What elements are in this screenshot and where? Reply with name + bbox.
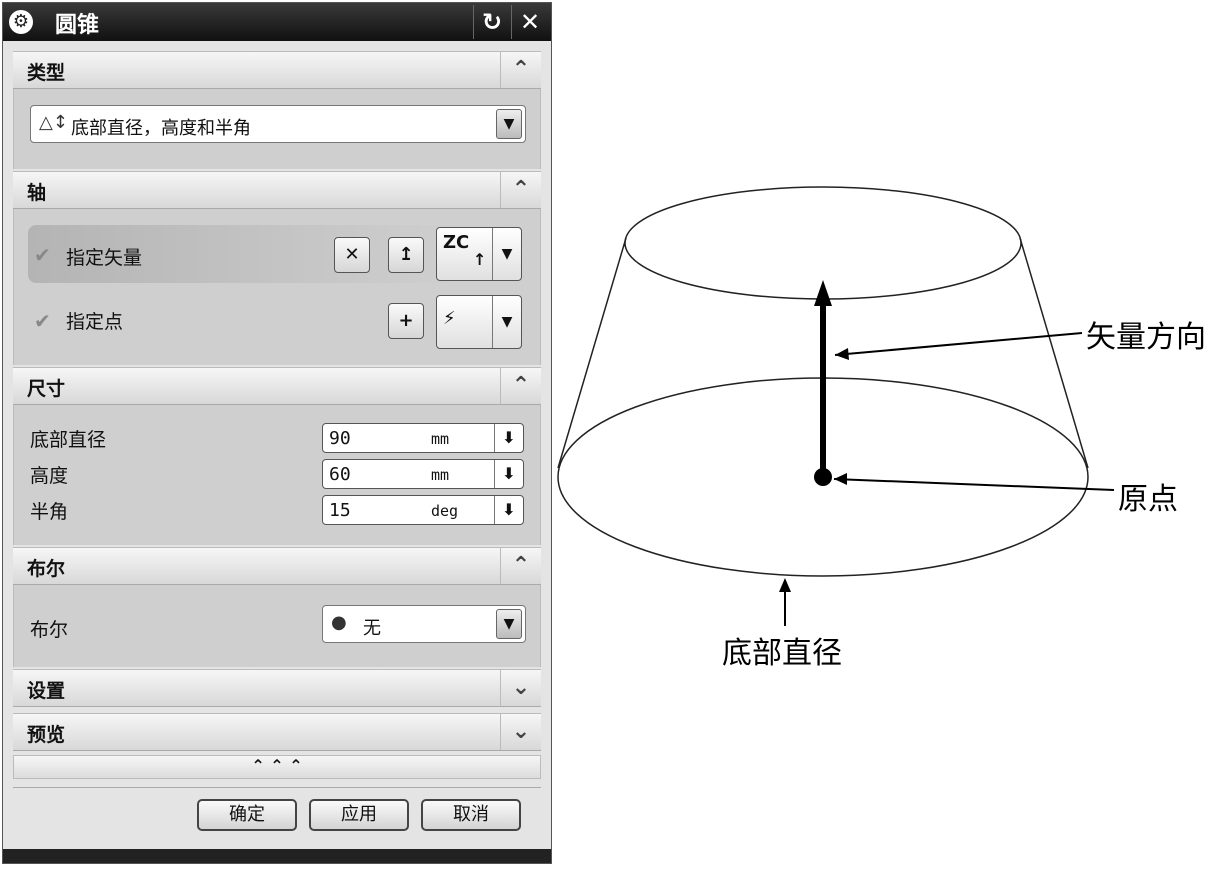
divider: [13, 787, 541, 788]
origin-label: 原点: [1118, 482, 1178, 517]
checkmark-icon: ✔: [34, 309, 51, 333]
section-dimensions-title: 尺寸: [27, 378, 66, 400]
section-settings-title: 设置: [27, 680, 66, 702]
arrow-down-icon[interactable]: ⬇: [494, 496, 523, 524]
half-angle-unit: deg: [431, 502, 459, 520]
reverse-direction-button[interactable]: ✕: [334, 237, 370, 273]
vector-option-label: ZC: [443, 232, 470, 253]
cone-type-icon: △↕: [39, 112, 68, 133]
vector-arrow-head: [814, 280, 832, 306]
diameter-field[interactable]: 90 mm ⬇: [322, 423, 524, 453]
title-bar: ⚙ 圆锥 ↻ ✕: [3, 3, 551, 41]
section-dimensions-header[interactable]: 尺寸 ⌃: [13, 367, 541, 405]
section-axis-body: ✔ 指定矢量 ✕ ↥ ZC ↑ ▼ ✔ 指定点 + ⚡ ▼: [13, 209, 541, 365]
cancel-button[interactable]: 取消: [421, 799, 521, 831]
dimension-label-diameter: 底部直径: [30, 429, 107, 451]
section-axis-header[interactable]: 轴 ⌃: [13, 171, 541, 209]
vector-leader-line: [834, 332, 1083, 356]
chevron-up-icon[interactable]: ⌃: [500, 52, 541, 88]
close-icon[interactable]: ✕: [511, 5, 548, 39]
cone-dialog: ⚙ 圆锥 ↻ ✕ 类型 ⌃ △↕ 底部直径，高度和半角 ▼ 轴 ⌃ ✔ 指定矢量…: [2, 2, 552, 864]
section-preview-header[interactable]: 预览 ⌄: [13, 713, 541, 751]
cone-right-edge: [1019, 237, 1089, 469]
section-type-title: 类型: [27, 62, 66, 84]
arrow-up-icon: ↑: [473, 250, 487, 269]
height-field[interactable]: 60 mm ⬇: [322, 459, 524, 489]
chevron-down-icon[interactable]: ⌄: [500, 670, 541, 706]
collapse-all-button[interactable]: ⌃ ⌃ ⌃: [13, 755, 541, 779]
type-selected-value: 底部直径，高度和半角: [71, 118, 251, 139]
chevron-up-icon[interactable]: ⌃: [500, 172, 541, 208]
point-type-select[interactable]: ⚡ ▼: [436, 295, 522, 349]
cone-figure: [557, 186, 1115, 626]
section-boolean-header[interactable]: 布尔 ⌃: [13, 547, 541, 585]
vector-leader-arrowhead: [835, 348, 849, 360]
reset-icon[interactable]: ↻: [473, 5, 510, 39]
chevron-up-icon[interactable]: ⌃: [500, 548, 541, 584]
diameter-value: 90: [329, 428, 351, 449]
bottom-diameter-label: 底部直径: [722, 636, 842, 671]
arrow-down-icon[interactable]: ⬇: [494, 424, 523, 452]
diameter-leader-arrowhead: [779, 578, 791, 592]
chevron-down-icon[interactable]: ▼: [496, 609, 522, 639]
section-dimensions-body: 底部直径 90 mm ⬇ 高度 60 mm ⬇ 半角 15 deg ⬇: [13, 405, 541, 545]
origin-leader-line: [833, 478, 1115, 491]
section-type-body: △↕ 底部直径，高度和半角 ▼: [13, 89, 541, 169]
boolean-label: 布尔: [30, 619, 69, 641]
cone-left-edge: [557, 237, 627, 469]
specify-vector-label: 指定矢量: [66, 247, 143, 269]
boolean-selected-value: 无: [363, 618, 381, 639]
dimension-label-height: 高度: [30, 465, 69, 487]
height-value: 60: [329, 464, 351, 485]
origin-leader-arrowhead: [834, 473, 847, 485]
dimension-label-half-angle: 半角: [30, 501, 69, 523]
checkmark-icon: ✔: [34, 243, 51, 267]
section-axis-title: 轴: [27, 182, 47, 204]
half-angle-value: 15: [329, 500, 351, 521]
inferred-point-icon: ⚡: [443, 308, 456, 329]
cone-diagram: 矢量方向 原点 底部直径: [552, 0, 1216, 869]
ok-button[interactable]: 确定: [197, 799, 297, 831]
chevron-down-icon[interactable]: ▼: [492, 228, 521, 280]
apply-button[interactable]: 应用: [309, 799, 409, 831]
vector-type-select[interactable]: ZC ↑ ▼: [436, 227, 522, 281]
arrow-down-icon[interactable]: ⬇: [494, 460, 523, 488]
section-settings-header[interactable]: 设置 ⌄: [13, 669, 541, 707]
section-preview-title: 预览: [27, 724, 66, 746]
boolean-select[interactable]: ● 无 ▼: [322, 605, 526, 643]
chevron-down-icon[interactable]: ▼: [492, 296, 521, 348]
section-boolean-title: 布尔: [27, 558, 66, 580]
origin-point: [814, 468, 832, 486]
dialog-title: 圆锥: [55, 13, 100, 38]
vector-dialog-button[interactable]: ↥: [388, 237, 424, 273]
chevron-down-icon[interactable]: ▼: [496, 109, 522, 139]
section-type-header[interactable]: 类型 ⌃: [13, 51, 541, 89]
chevron-up-icon[interactable]: ⌃: [500, 368, 541, 404]
vector-direction-label: 矢量方向: [1086, 320, 1206, 355]
diameter-unit: mm: [431, 430, 450, 448]
section-boolean-body: 布尔 ● 无 ▼: [13, 585, 541, 667]
chevron-down-icon[interactable]: ⌄: [500, 714, 541, 750]
half-angle-field[interactable]: 15 deg ⬇: [322, 495, 524, 525]
dialog-bottom-bar: [3, 849, 551, 863]
type-select[interactable]: △↕ 底部直径，高度和半角 ▼: [30, 105, 526, 143]
specify-point-label: 指定点: [66, 311, 124, 333]
point-dialog-button[interactable]: +: [388, 303, 424, 339]
boolean-none-icon: ●: [331, 612, 347, 633]
gear-icon[interactable]: ⚙: [9, 10, 33, 34]
height-unit: mm: [431, 466, 450, 484]
